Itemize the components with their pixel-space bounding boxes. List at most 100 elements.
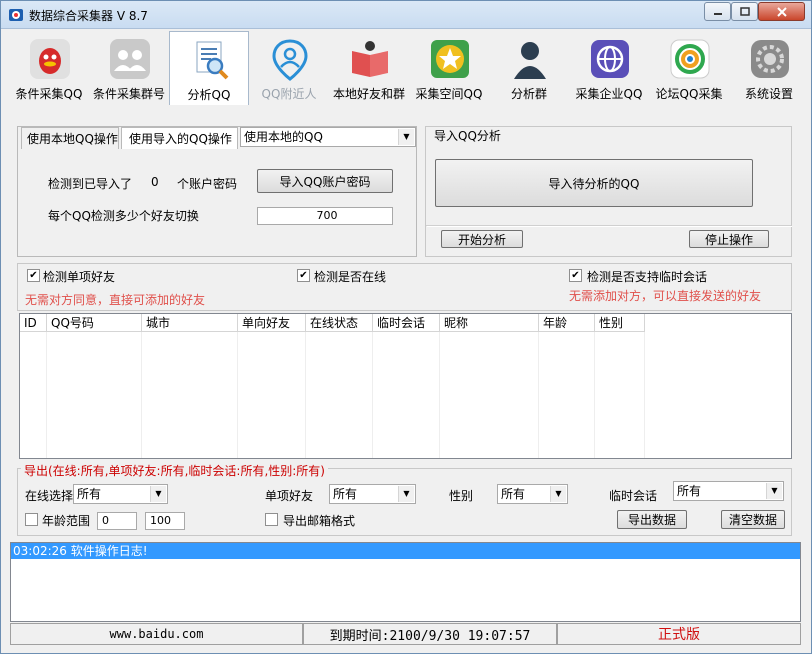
column-divider bbox=[238, 332, 306, 458]
column-header-gender[interactable]: 性别 bbox=[595, 314, 645, 332]
results-table[interactable]: ID QQ号码 城市 单向好友 在线状态 临时会话 昵称 年龄 性别 bbox=[19, 313, 792, 459]
column-header-qq[interactable]: QQ号码 bbox=[47, 314, 142, 332]
detected-count: 0 bbox=[151, 175, 159, 189]
location-pin-person-icon bbox=[272, 39, 308, 81]
toolbar-item-local-friends[interactable]: 本地好友和群 bbox=[329, 31, 409, 105]
column-header-id[interactable]: ID bbox=[20, 314, 47, 332]
online-check-checkbox[interactable]: ✔ bbox=[297, 269, 310, 282]
column-divider bbox=[373, 332, 440, 458]
column-header-nickname[interactable]: 昵称 bbox=[440, 314, 539, 332]
toolbar-label: 采集空间QQ bbox=[415, 87, 483, 101]
one-way-select-value: 所有 bbox=[333, 487, 358, 501]
gender-select-label: 性别 bbox=[449, 489, 474, 503]
import-qq-button[interactable]: 导入待分析的QQ bbox=[435, 159, 753, 207]
magnifier-document-icon bbox=[196, 41, 229, 80]
toolbar-item-qq-nearby[interactable]: QQ附近人 bbox=[249, 31, 329, 105]
toolbar-item-analyze-group[interactable]: 分析群 bbox=[489, 31, 569, 105]
temp-chat-select[interactable]: 所有 ▼ bbox=[673, 481, 784, 501]
one-way-hint: 无需对方同意，直接可添加的好友 bbox=[25, 293, 206, 307]
column-header-temp-chat[interactable]: 临时会话 bbox=[373, 314, 440, 332]
gender-select-value: 所有 bbox=[501, 487, 526, 501]
export-data-button[interactable]: 导出数据 bbox=[617, 510, 687, 529]
group-people-icon bbox=[110, 39, 150, 79]
chevron-down-icon: ▼ bbox=[766, 483, 782, 499]
chevron-down-icon: ▼ bbox=[550, 486, 566, 502]
toolbar-item-settings[interactable]: 系统设置 bbox=[729, 31, 809, 105]
column-divider bbox=[539, 332, 595, 458]
temp-chat-select-value: 所有 bbox=[677, 484, 702, 498]
one-way-select-label: 单项好友 bbox=[265, 489, 314, 503]
toolbar-item-enterprise-qq[interactable]: 采集企业QQ bbox=[569, 31, 649, 105]
qq-penguin-icon bbox=[30, 39, 70, 79]
temp-chat-checkbox[interactable]: ✔ bbox=[569, 269, 582, 282]
globe-icon bbox=[591, 40, 629, 78]
title-bar: 数据综合采集器 V 8.7 bbox=[1, 1, 811, 29]
chevron-down-icon: ▼ bbox=[398, 486, 414, 502]
toolbar-item-space-qq[interactable]: 采集空间QQ bbox=[409, 31, 489, 105]
gender-select[interactable]: 所有 ▼ bbox=[497, 484, 568, 504]
online-select-value: 所有 bbox=[77, 487, 102, 501]
toolbar-label: 条件采集QQ bbox=[15, 87, 83, 101]
maximize-button[interactable] bbox=[731, 2, 758, 21]
toolbar-item-condition-group[interactable]: 条件采集群号 bbox=[89, 31, 169, 105]
person-silhouette-icon bbox=[514, 42, 546, 79]
status-bar: www.baidu.com 到期时间:2100/9/30 19:07:57 正式… bbox=[10, 623, 801, 647]
star-space-icon bbox=[431, 40, 469, 78]
app-icon bbox=[9, 9, 23, 21]
toolbar-item-condition-qq[interactable]: 条件采集QQ bbox=[9, 31, 89, 105]
tab-local-qq[interactable]: 使用本地QQ操作 bbox=[21, 127, 119, 149]
operation-log[interactable]: 03:02:26 软件操作日志! bbox=[10, 542, 801, 622]
stop-operation-button[interactable]: 停止操作 bbox=[689, 230, 769, 248]
column-header-online[interactable]: 在线状态 bbox=[306, 314, 373, 332]
toolbar-label: 采集企业QQ bbox=[575, 87, 643, 101]
one-way-friend-label: 检测单项好友 bbox=[43, 270, 116, 284]
qq-source-select[interactable]: 使用本地的QQ ▼ bbox=[240, 127, 416, 147]
start-analysis-button[interactable]: 开始分析 bbox=[441, 230, 523, 248]
age-max-input[interactable]: 100 bbox=[145, 512, 185, 530]
clear-data-button[interactable]: 清空数据 bbox=[721, 510, 785, 529]
toolbar-item-forum-qq[interactable]: 论坛QQ采集 bbox=[649, 31, 729, 105]
import-account-button[interactable]: 导入QQ账户密码 bbox=[257, 169, 393, 193]
age-min-input[interactable]: 0 bbox=[97, 512, 137, 530]
column-header-city[interactable]: 城市 bbox=[142, 314, 238, 332]
close-button[interactable] bbox=[758, 2, 805, 21]
per-qq-input[interactable]: 700 bbox=[257, 207, 393, 225]
column-header-age[interactable]: 年龄 bbox=[539, 314, 595, 332]
detected-label: 检测到已导入了 bbox=[48, 177, 133, 191]
toolbar-label: QQ附近人 bbox=[261, 87, 317, 101]
toolbar-item-analyze-qq[interactable]: 分析QQ bbox=[169, 31, 249, 105]
status-expiry: 到期时间:2100/9/30 19:07:57 bbox=[303, 623, 557, 645]
forum-qq-icon bbox=[670, 39, 710, 79]
qq-source-value: 使用本地的QQ bbox=[244, 130, 323, 144]
toolbar-label: 分析QQ bbox=[187, 88, 231, 102]
online-check-label: 检测是否在线 bbox=[314, 270, 387, 284]
column-divider bbox=[440, 332, 539, 458]
temp-chat-hint: 无需添加对方，可以直接发送的好友 bbox=[569, 289, 762, 303]
age-range-label: 年龄范围 bbox=[42, 514, 91, 528]
toolbar-label: 本地好友和群 bbox=[332, 87, 405, 101]
window-title: 数据综合采集器 V 8.7 bbox=[29, 9, 148, 23]
main-window: 数据综合采集器 V 8.7 条件采集QQ 条件采集群号 分析QQ QQ附近人 本… bbox=[0, 0, 812, 654]
book-person-icon bbox=[352, 41, 388, 77]
column-header-one-way[interactable]: 单向好友 bbox=[238, 314, 306, 332]
email-format-checkbox[interactable] bbox=[265, 513, 278, 526]
toolbar-label: 系统设置 bbox=[744, 87, 793, 101]
toolbar-label: 分析群 bbox=[510, 87, 547, 101]
status-site: www.baidu.com bbox=[10, 623, 303, 645]
minimize-button[interactable] bbox=[704, 2, 731, 21]
toolbar-label: 条件采集群号 bbox=[92, 87, 165, 101]
temp-chat-label: 检测是否支持临时会话 bbox=[587, 270, 708, 284]
one-way-friend-checkbox[interactable]: ✔ bbox=[27, 269, 40, 282]
log-line[interactable]: 03:02:26 软件操作日志! bbox=[11, 543, 800, 559]
maximize-icon bbox=[739, 7, 750, 16]
status-edition: 正式版 bbox=[557, 623, 801, 645]
online-select[interactable]: 所有 ▼ bbox=[73, 484, 168, 504]
age-range-checkbox[interactable] bbox=[25, 513, 38, 526]
email-format-label: 导出邮箱格式 bbox=[283, 514, 356, 528]
import-divider bbox=[426, 225, 791, 226]
tab-imported-qq[interactable]: 使用导入的QQ操作 bbox=[121, 127, 238, 149]
settings-icon bbox=[751, 40, 789, 78]
account-suffix-label: 个账户密码 bbox=[177, 177, 238, 191]
chevron-down-icon: ▼ bbox=[398, 129, 414, 145]
one-way-select[interactable]: 所有 ▼ bbox=[329, 484, 416, 504]
